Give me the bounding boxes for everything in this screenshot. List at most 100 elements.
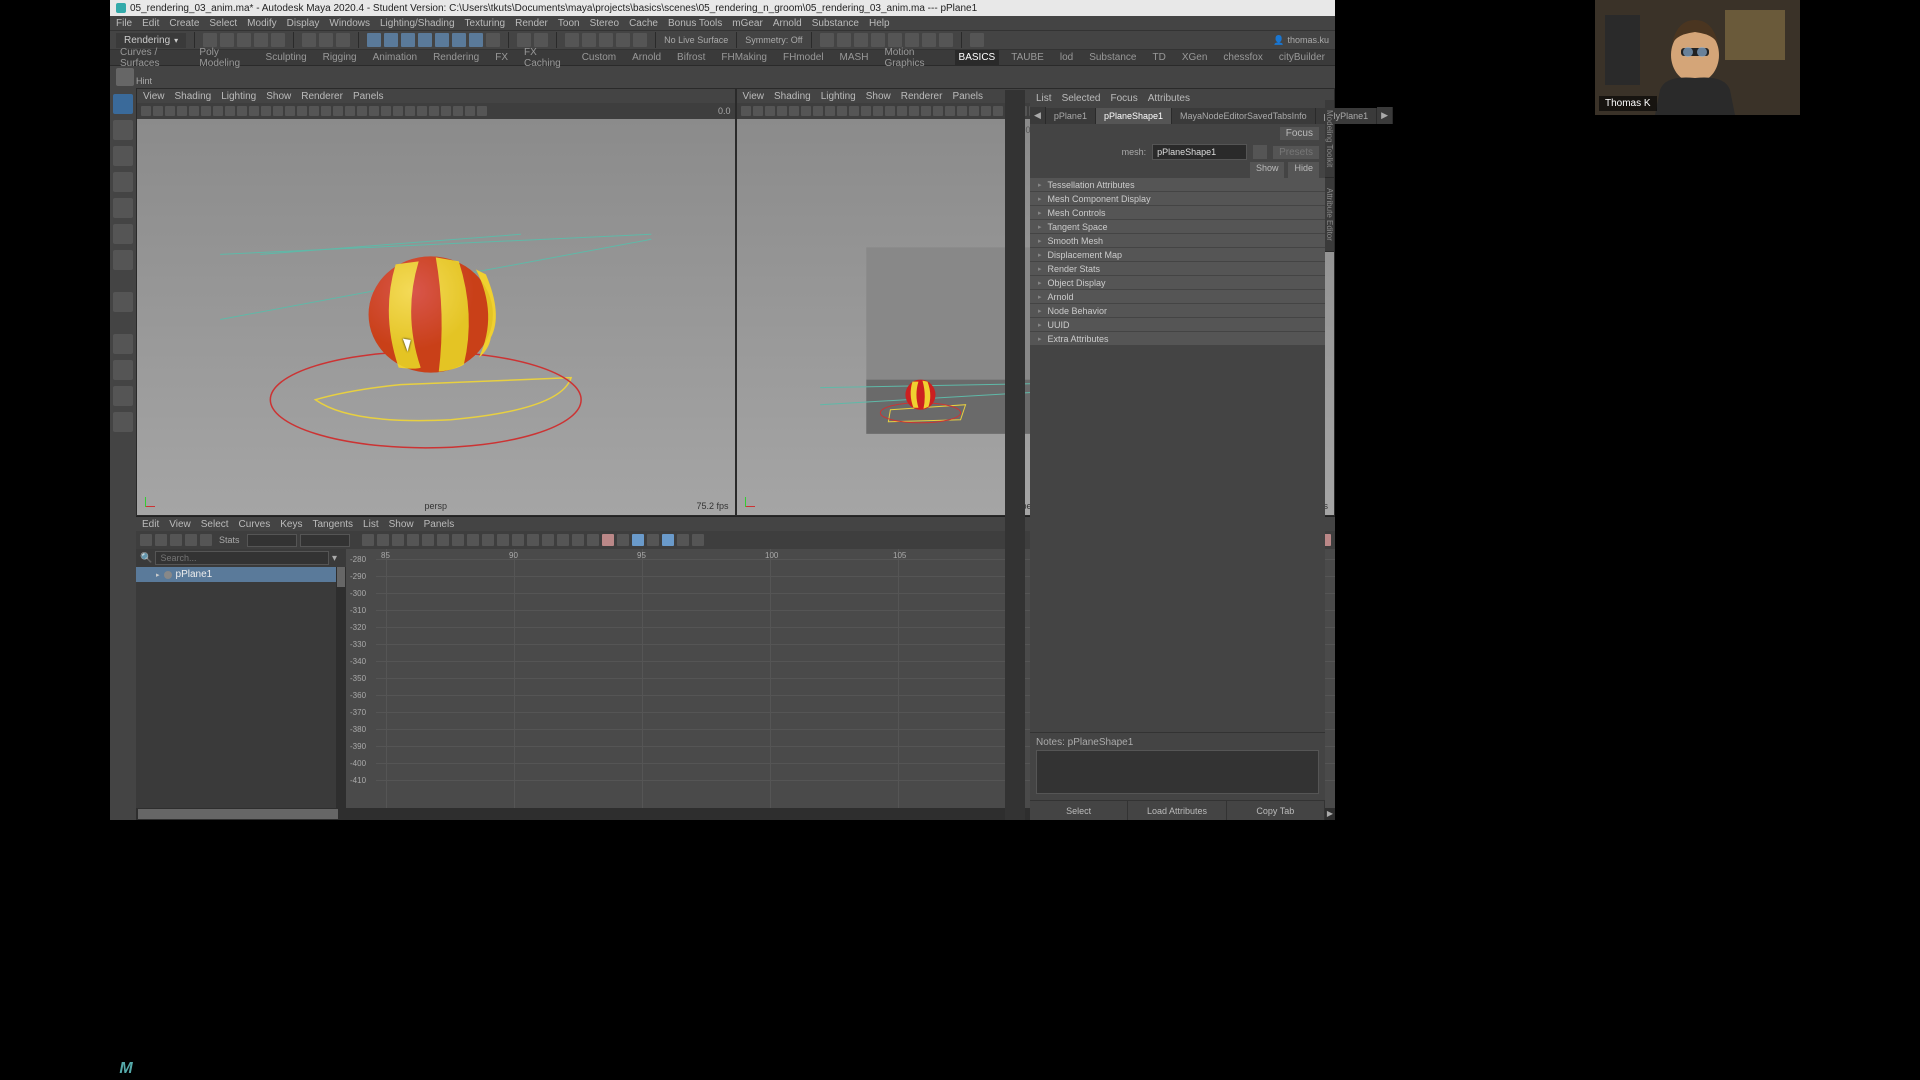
menu-arnold[interactable]: Arnold [773,18,802,29]
ge-icon[interactable] [155,534,167,546]
vp-icon[interactable] [921,106,931,116]
scale-tool-icon[interactable] [113,172,133,192]
vp-icon[interactable] [189,106,199,116]
ge-icon[interactable] [572,534,584,546]
viewport-canvas[interactable]: persp 75.2 fps [137,119,735,515]
ae-section[interactable]: Smooth Mesh [1030,234,1325,248]
menu-substance[interactable]: Substance [812,18,859,29]
vp-menu-item[interactable]: Show [266,91,291,102]
vp-icon[interactable] [405,106,415,116]
ge-icon[interactable] [542,534,554,546]
ge-icon[interactable] [377,534,389,546]
shelf-tab[interactable]: Substance [1085,50,1140,65]
ae-section[interactable]: Tessellation Attributes [1030,178,1325,192]
menu-display[interactable]: Display [287,18,320,29]
ae-tab[interactable]: pPlane1 [1046,108,1096,124]
notes-textarea[interactable] [1036,750,1319,794]
vp-icon[interactable] [789,106,799,116]
shelf-item-icon[interactable] [116,68,134,86]
ge-icon[interactable] [452,534,464,546]
ae-header-item[interactable]: Selected [1062,93,1101,104]
snap-view-icon[interactable] [452,33,466,47]
snap-point-icon[interactable] [401,33,415,47]
ge-menu-item[interactable]: View [169,519,191,530]
account-user[interactable]: thomas.ku [1273,35,1329,46]
ae-section[interactable]: Mesh Controls [1030,206,1325,220]
vp-icon[interactable] [801,106,811,116]
vp-menu-item[interactable]: Shading [774,91,811,102]
vp-icon[interactable] [981,106,991,116]
vp-icon[interactable] [861,106,871,116]
hypershade-icon[interactable] [599,33,613,47]
layout-two-pane-icon[interactable] [113,360,133,380]
ge-icon[interactable] [677,534,689,546]
shelf-tab[interactable]: Rendering [429,50,483,65]
ae-section[interactable]: Render Stats [1030,262,1325,276]
show-manip-icon[interactable] [113,224,133,244]
vp-icon[interactable] [957,106,967,116]
ae-section[interactable]: Arnold [1030,290,1325,304]
snap-center-icon[interactable] [469,33,483,47]
shelf-tab[interactable]: FHMaking [717,50,771,65]
menu-windows[interactable]: Windows [329,18,370,29]
ge-icon[interactable] [482,534,494,546]
mesh-name-field[interactable] [1152,144,1247,160]
vp-icon[interactable] [261,106,271,116]
shelf-tab[interactable]: Motion Graphics [880,45,946,71]
vp-icon[interactable] [213,106,223,116]
vp-menu-item[interactable]: Lighting [221,91,256,102]
menu-modify[interactable]: Modify [247,18,276,29]
symmetry-label[interactable]: Symmetry: Off [745,35,802,45]
ge-menu-item[interactable]: Tangents [312,519,353,530]
menu-toon[interactable]: Toon [558,18,580,29]
scroll-right-icon[interactable]: ▶ [1325,808,1335,820]
ae-section[interactable]: Mesh Component Display [1030,192,1325,206]
vp-icon[interactable] [249,106,259,116]
vp-icon[interactable] [897,106,907,116]
ge-icon[interactable] [140,534,152,546]
vp-icon[interactable] [945,106,955,116]
ge-icon[interactable] [467,534,479,546]
ge-icon[interactable] [662,534,674,546]
presets-button[interactable]: Presets [1273,146,1319,159]
ae-section[interactable]: Object Display [1030,276,1325,290]
shelf-tab[interactable]: Animation [369,50,421,65]
vp-icon[interactable] [237,106,247,116]
filter-icon[interactable] [1253,145,1267,159]
ge-menu-item[interactable]: List [363,519,379,530]
vp-icon[interactable] [273,106,283,116]
shelf-tab[interactable]: Curves / Surfaces [116,45,187,71]
ae-tab[interactable]: MayaNodeEditorSavedTabsInfo [1172,108,1316,124]
copy-tab-button[interactable]: Copy Tab [1227,801,1325,820]
shelf-tab[interactable]: Rigging [319,50,361,65]
rotate-tool-icon[interactable] [113,146,133,166]
vp-menu-item[interactable]: Shading [175,91,212,102]
shelf-tab[interactable]: cityBuilder [1275,50,1329,65]
vp-icon[interactable] [909,106,919,116]
vp-icon[interactable] [201,106,211,116]
menu-mgear[interactable]: mGear [732,18,763,29]
vp-menu-item[interactable]: Panels [952,91,983,102]
hide-button[interactable]: Hide [1288,162,1319,178]
soft-select-icon[interactable] [113,250,133,270]
select-tool-icon[interactable] [113,94,133,114]
vp-icon[interactable] [741,106,751,116]
ge-icon[interactable] [392,534,404,546]
menu-stereo[interactable]: Stereo [590,18,619,29]
vp-icon[interactable] [177,106,187,116]
menu-edit[interactable]: Edit [142,18,159,29]
show-button[interactable]: Show [1250,162,1285,178]
vp-icon[interactable] [333,106,343,116]
vp-icon[interactable] [285,106,295,116]
shelf-tab[interactable]: FX Caching [520,45,570,71]
tab-scroll-right-icon[interactable]: ▶ [1377,107,1393,124]
ge-list[interactable]: pPlane1 [136,567,346,808]
focus-button[interactable]: Focus [1280,127,1319,140]
menu-lighting-shading[interactable]: Lighting/Shading [380,18,455,29]
shelf-tab[interactable]: Sculpting [262,50,311,65]
vp-icon[interactable] [993,106,1003,116]
shelf-tab[interactable]: lod [1056,50,1077,65]
ge-icon[interactable] [617,534,629,546]
vp-icon[interactable] [321,106,331,116]
ge-menu-item[interactable]: Edit [142,519,159,530]
